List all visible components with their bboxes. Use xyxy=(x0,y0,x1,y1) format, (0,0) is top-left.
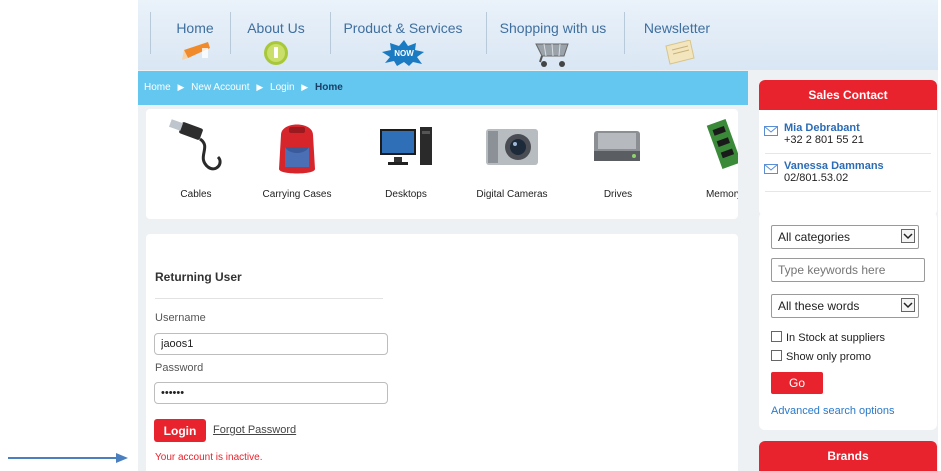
category-strip: Cables Carrying Cases Desktops Digital C… xyxy=(146,109,738,219)
advanced-search-link[interactable]: Advanced search options xyxy=(771,405,895,417)
camera-icon xyxy=(486,129,538,165)
desktop-computer-icon xyxy=(380,127,432,165)
category-select-value: All categories xyxy=(778,230,851,244)
breadcrumb-login[interactable]: Login xyxy=(270,82,294,93)
nav-separator xyxy=(330,12,331,54)
nav-item-products[interactable]: Product & Services NOW xyxy=(338,0,468,70)
breadcrumb-separator-icon: ▶ xyxy=(256,82,264,92)
email-envelope-icon[interactable] xyxy=(764,164,778,174)
category-label: Desktops xyxy=(385,189,427,200)
divider xyxy=(155,298,383,299)
promo-label: Show only promo xyxy=(786,351,871,363)
category-desktops[interactable]: Desktops xyxy=(356,109,456,219)
info-badge-icon xyxy=(264,41,288,65)
breadcrumb-home[interactable]: Home xyxy=(144,82,171,93)
pencil-decoration-icon xyxy=(182,42,210,60)
category-select[interactable]: All categories xyxy=(771,225,919,249)
category-cables[interactable]: Cables xyxy=(146,109,246,219)
promo-checkbox[interactable]: Show only promo xyxy=(771,350,871,363)
top-navigation: Home About Us Product & Services NOW Sho… xyxy=(138,0,938,70)
category-digital-cameras[interactable]: Digital Cameras xyxy=(462,109,562,219)
nav-separator xyxy=(624,12,625,54)
category-drives[interactable]: Drives xyxy=(568,109,668,219)
left-margin xyxy=(0,0,138,471)
password-label: Password xyxy=(155,362,204,374)
in-stock-label: In Stock at suppliers xyxy=(786,332,886,344)
match-mode-select-value: All these words xyxy=(778,299,860,313)
breadcrumb-separator-icon: ▶ xyxy=(177,82,185,92)
username-label: Username xyxy=(155,312,206,324)
contact-phone: 02/801.53.02 xyxy=(784,172,849,184)
sales-contact-title: Sales Contact xyxy=(759,80,937,110)
now-starburst-icon: NOW xyxy=(382,40,424,66)
sales-contact-panel: Sales Contact Mia Debrabant +32 2 801 55… xyxy=(759,80,937,216)
category-carrying-cases[interactable]: Carrying Cases xyxy=(247,109,347,219)
brands-panel-title: Brands xyxy=(759,441,937,471)
returning-user-heading: Returning User xyxy=(155,270,242,284)
category-memory[interactable]: Memory xyxy=(674,109,738,219)
nav-separator xyxy=(230,12,231,54)
breadcrumb-new-account[interactable]: New Account xyxy=(191,82,249,93)
login-button[interactable]: Login xyxy=(154,419,206,442)
email-envelope-icon[interactable] xyxy=(764,126,778,136)
hard-drive-icon xyxy=(594,131,640,161)
nav-item-home[interactable]: Home xyxy=(160,0,230,70)
nav-item-about[interactable]: About Us xyxy=(238,0,314,70)
breadcrumb: Home ▶ New Account ▶ Login ▶ Home xyxy=(144,82,343,93)
search-keywords-input[interactable] xyxy=(771,258,925,282)
password-field[interactable] xyxy=(154,382,388,404)
checkbox-box[interactable] xyxy=(771,350,782,361)
category-label: Carrying Cases xyxy=(262,189,332,200)
divider xyxy=(765,153,931,154)
chevron-down-icon[interactable] xyxy=(901,229,915,243)
nav-item-newsletter[interactable]: Newsletter xyxy=(632,0,722,70)
nav-item-shopping[interactable]: Shopping with us xyxy=(494,0,612,70)
nav-separator xyxy=(486,12,487,54)
chevron-down-icon[interactable] xyxy=(901,298,915,312)
search-panel: All categories All these words In Stock … xyxy=(759,212,937,430)
login-panel: Returning User Username Password Login F… xyxy=(146,234,738,471)
shopping-cart-icon xyxy=(535,43,569,67)
category-label: Memory xyxy=(705,189,738,200)
now-badge-text: NOW xyxy=(394,49,414,58)
nav-link-shopping-with-us[interactable]: Shopping with us xyxy=(494,0,612,36)
breadcrumb-current: Home xyxy=(314,82,343,93)
divider xyxy=(765,191,931,192)
in-stock-checkbox[interactable]: In Stock at suppliers xyxy=(771,331,885,344)
nav-link-home[interactable]: Home xyxy=(160,0,230,36)
checkbox-box[interactable] xyxy=(771,331,782,342)
newsletter-paper-icon xyxy=(665,40,695,65)
contact-name[interactable]: Vanessa Dammans xyxy=(784,160,884,172)
category-label: Cables xyxy=(180,189,212,200)
cable-icon xyxy=(168,119,222,171)
nav-separator xyxy=(150,12,151,54)
match-mode-select[interactable]: All these words xyxy=(771,294,919,318)
error-message: Your account is inactive. xyxy=(155,452,263,463)
category-label: Digital Cameras xyxy=(476,189,548,200)
go-button[interactable]: Go xyxy=(771,372,823,394)
nav-link-product-services[interactable]: Product & Services xyxy=(338,0,468,36)
nav-link-newsletter[interactable]: Newsletter xyxy=(632,0,722,36)
forgot-password-link[interactable]: Forgot Password xyxy=(213,424,296,436)
category-label: Drives xyxy=(603,189,633,200)
breadcrumb-separator-icon: ▶ xyxy=(301,82,309,92)
username-field[interactable] xyxy=(154,333,388,355)
memory-module-icon xyxy=(706,118,738,170)
contact-phone: +32 2 801 55 21 xyxy=(784,134,864,146)
backpack-icon xyxy=(279,124,315,174)
pointer-arrow-icon xyxy=(8,453,128,463)
contact-name[interactable]: Mia Debrabant xyxy=(784,122,860,134)
breadcrumb-bar: Home ▶ New Account ▶ Login ▶ Home xyxy=(138,71,748,105)
nav-link-about-us[interactable]: About Us xyxy=(238,0,314,36)
